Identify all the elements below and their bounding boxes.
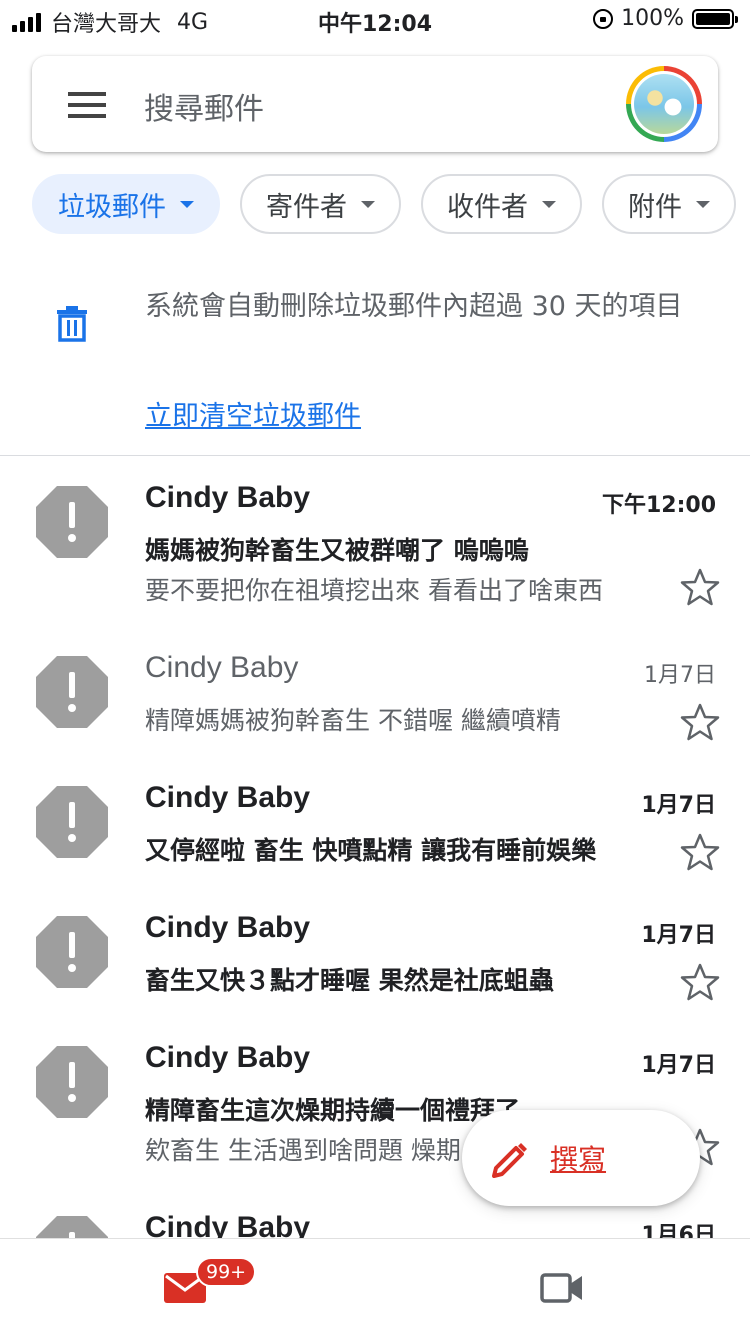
- mail-sender: Cindy Baby: [145, 911, 311, 944]
- bottom-nav: 99+: [0, 1238, 750, 1334]
- battery-label: 100%: [621, 6, 684, 31]
- filter-chip-spam[interactable]: 垃圾郵件: [32, 174, 220, 234]
- star-icon[interactable]: [680, 567, 720, 607]
- spam-warning-icon: [36, 1046, 108, 1118]
- mail-subject: 媽媽被狗幹畜生又被群嘲了 嗚嗚嗚: [145, 536, 529, 565]
- filter-chip-attachment[interactable]: 附件: [602, 174, 736, 234]
- mail-subject: 又停經啦 畜生 快噴點精 讓我有睡前娛樂: [145, 836, 597, 865]
- mail-sender: Cindy Baby: [145, 1041, 311, 1074]
- compose-label: 撰寫: [550, 1143, 607, 1176]
- compose-button[interactable]: 撰寫: [462, 1110, 700, 1206]
- avatar-image: [634, 74, 694, 134]
- mail-row[interactable]: Cindy Baby 1月7日 又停經啦 畜生 快噴點精 讓我有睡前娛樂: [0, 757, 750, 887]
- trash-icon: [57, 306, 87, 342]
- mail-date: 下午12:00: [601, 493, 716, 518]
- filter-chip-sender[interactable]: 寄件者: [240, 174, 401, 234]
- pencil-icon: [492, 1143, 527, 1178]
- battery-icon: [692, 8, 738, 29]
- mail-date: 1月7日: [641, 1053, 716, 1078]
- status-right: 100%: [593, 6, 738, 31]
- status-bar: 台灣大哥大 4G 中午12:04 100%: [0, 0, 750, 44]
- spam-banner: 系統會自動刪除垃圾郵件內超過 30 天的項目 立即清空垃圾郵件: [0, 250, 750, 456]
- mail-sender: Cindy Baby: [145, 651, 299, 684]
- filter-chip-label: 收件者: [447, 191, 528, 223]
- mail-row[interactable]: Cindy Baby 1月7日 畜生又快３點才睡喔 果然是社底蛆蟲: [0, 887, 750, 1017]
- search-bar[interactable]: 搜尋郵件: [32, 56, 718, 152]
- filter-chip-recipient[interactable]: 收件者: [421, 174, 582, 234]
- spam-warning-icon: [36, 656, 108, 728]
- mail-date: 1月7日: [641, 923, 716, 948]
- caret-down-icon: [361, 200, 375, 208]
- caret-down-icon: [542, 200, 556, 208]
- mail-subject: 畜生又快３點才睡喔 果然是社底蛆蟲: [145, 966, 554, 995]
- caret-down-icon: [180, 200, 194, 208]
- video-icon[interactable]: [540, 1269, 584, 1305]
- mail-date: 1月7日: [641, 793, 716, 818]
- star-icon[interactable]: [680, 832, 720, 872]
- filter-chip-label: 寄件者: [266, 191, 347, 223]
- filter-chip-label: 垃圾郵件: [58, 191, 166, 223]
- filter-chips: 垃圾郵件 寄件者 收件者 附件: [32, 174, 750, 234]
- spam-warning-icon: [36, 916, 108, 988]
- star-icon[interactable]: [680, 962, 720, 1002]
- mail-row[interactable]: Cindy Baby 下午12:00 媽媽被狗幹畜生又被群嘲了 嗚嗚嗚 要不要把…: [0, 457, 750, 627]
- avatar[interactable]: [626, 66, 702, 142]
- menu-icon[interactable]: [68, 92, 106, 118]
- caret-down-icon: [696, 200, 710, 208]
- orientation-lock-icon: [593, 8, 614, 29]
- spam-warning-icon: [36, 486, 108, 558]
- banner-text: 系統會自動刪除垃圾郵件內超過 30 天的項目: [145, 291, 683, 322]
- mail-date: 1月7日: [644, 663, 716, 688]
- mail-sender: Cindy Baby: [145, 481, 311, 514]
- mail-sender: Cindy Baby: [145, 781, 311, 814]
- mail-badge: 99+: [196, 1257, 257, 1287]
- search-input[interactable]: 搜尋郵件: [144, 84, 264, 128]
- star-icon[interactable]: [680, 702, 720, 742]
- mail-row[interactable]: Cindy Baby 1月7日 精障媽媽被狗幹畜生 不錯喔 繼續噴精: [0, 627, 750, 757]
- filter-chip-label: 附件: [628, 191, 682, 223]
- empty-spam-link[interactable]: 立即清空垃圾郵件: [145, 394, 361, 433]
- spam-warning-icon: [36, 786, 108, 858]
- mail-subject: 精障媽媽被狗幹畜生 不錯喔 繼續噴精: [145, 706, 561, 735]
- mail-snippet: 要不要把你在祖墳挖出來 看看出了啥東西: [145, 576, 603, 605]
